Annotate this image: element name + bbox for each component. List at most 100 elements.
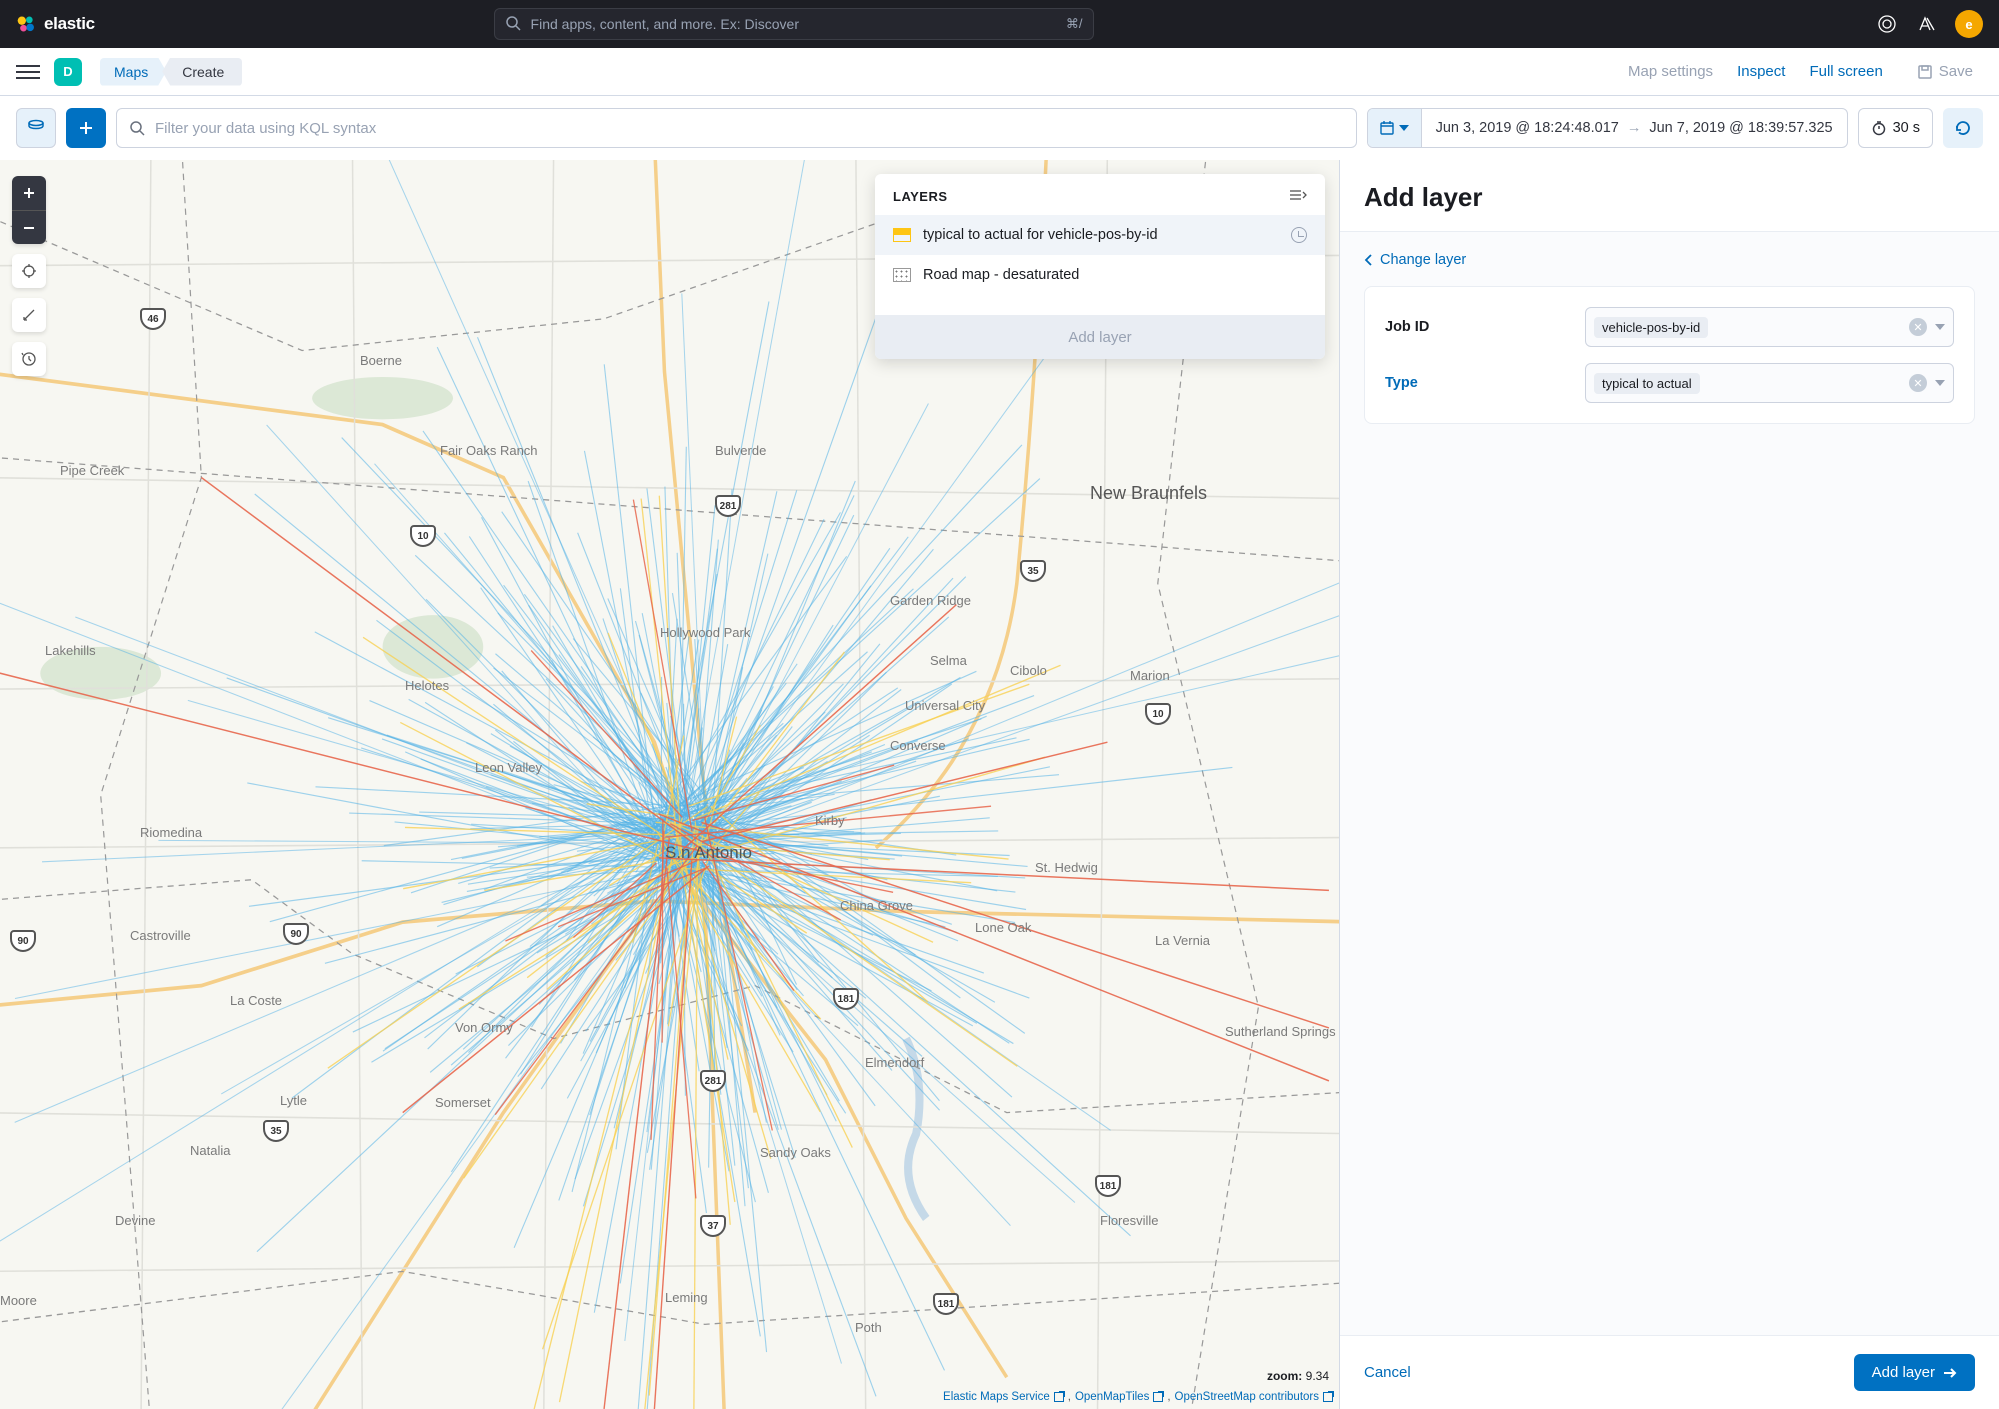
app-header-actions: Map settings Inspect Full screen Save xyxy=(1628,57,1983,86)
help-icon[interactable] xyxy=(1875,12,1899,36)
global-search[interactable]: ⌘/ xyxy=(494,8,1094,40)
breadcrumb-maps[interactable]: Maps xyxy=(100,58,166,86)
plus-icon xyxy=(78,120,94,136)
inspect-link[interactable]: Inspect xyxy=(1737,63,1785,80)
layer-swatch-icon xyxy=(893,268,911,282)
external-link-icon xyxy=(1153,1392,1163,1402)
panel-body: Change layer Job ID vehicle-pos-by-id ✕ xyxy=(1340,232,1999,1335)
draw-tool-button[interactable] xyxy=(12,298,46,332)
date-range-picker[interactable]: Jun 3, 2019 @ 18:24:48.017 → Jun 7, 2019… xyxy=(1367,108,1848,148)
filter-toggle-button[interactable] xyxy=(16,108,56,148)
zoom-indicator: zoom: 9.34 xyxy=(1267,1369,1329,1383)
external-link-icon xyxy=(1323,1392,1333,1402)
nav-toggle-icon[interactable] xyxy=(16,60,40,84)
add-filter-button[interactable] xyxy=(66,108,106,148)
app-header: D Maps Create Map settings Inspect Full … xyxy=(0,48,1999,96)
job-id-label: Job ID xyxy=(1385,319,1585,335)
zoom-in-button[interactable] xyxy=(12,176,46,210)
newsfeed-icon[interactable] xyxy=(1915,12,1939,36)
search-icon xyxy=(505,15,521,34)
search-icon xyxy=(129,120,145,136)
header-actions: e xyxy=(1875,10,1983,38)
time-aware-icon xyxy=(1291,227,1307,243)
job-id-chip: vehicle-pos-by-id xyxy=(1594,317,1708,338)
kql-input[interactable] xyxy=(155,120,1344,137)
fit-bounds-button[interactable] xyxy=(12,254,46,288)
arrow-right-icon: → xyxy=(1627,120,1642,136)
crosshair-icon xyxy=(21,263,37,279)
type-combobox[interactable]: typical to actual ✕ xyxy=(1585,363,1954,403)
attribution-osm[interactable]: OpenStreetMap contributors xyxy=(1175,1391,1333,1403)
map-controls xyxy=(12,176,46,376)
type-row: Type typical to actual ✕ xyxy=(1385,363,1954,403)
breadcrumb-create: Create xyxy=(162,58,242,86)
timeslider-button[interactable] xyxy=(12,342,46,376)
map-canvas[interactable]: Boerne Pipe Creek Lakehills Fair Oaks Ra… xyxy=(0,160,1339,1409)
clear-icon[interactable]: ✕ xyxy=(1909,374,1927,392)
minus-icon xyxy=(22,221,36,235)
stopwatch-icon xyxy=(1871,120,1887,136)
save-button[interactable]: Save xyxy=(1907,57,1983,86)
layer-config-panel: Add layer Change layer Job ID vehicle-po… xyxy=(1339,160,1999,1409)
type-label[interactable]: Type xyxy=(1385,375,1585,391)
global-search-input[interactable] xyxy=(531,16,1056,32)
type-chip: typical to actual xyxy=(1594,373,1700,394)
kql-filter[interactable] xyxy=(116,108,1357,148)
chevron-down-icon[interactable] xyxy=(1935,380,1945,386)
confirm-label: Add layer xyxy=(1872,1364,1935,1381)
brand-logo[interactable]: elastic xyxy=(16,14,95,34)
global-header: elastic ⌘/ e xyxy=(0,0,1999,48)
save-label: Save xyxy=(1939,63,1973,80)
layer-item[interactable]: Road map - desaturated xyxy=(875,255,1325,295)
elastic-logo-icon xyxy=(16,14,36,34)
breadcrumb: Maps Create xyxy=(100,58,242,86)
save-icon xyxy=(1917,64,1933,80)
user-avatar[interactable]: e xyxy=(1955,10,1983,38)
brand-text: elastic xyxy=(44,14,95,34)
zoom-out-button[interactable] xyxy=(12,210,46,244)
change-layer-label: Change layer xyxy=(1380,252,1466,268)
refresh-icon xyxy=(1954,119,1972,137)
fullscreen-link[interactable]: Full screen xyxy=(1809,63,1882,80)
clock-back-icon xyxy=(21,351,37,367)
chevron-down-icon xyxy=(1399,125,1409,131)
date-to: Jun 7, 2019 @ 18:39:57.325 xyxy=(1649,120,1832,136)
search-shortcut: ⌘/ xyxy=(1066,16,1083,32)
date-from: Jun 3, 2019 @ 18:24:48.017 xyxy=(1436,120,1619,136)
change-layer-link[interactable]: Change layer xyxy=(1364,252,1975,268)
filter-icon xyxy=(27,119,45,137)
zoom-controls xyxy=(12,176,46,244)
date-range-display[interactable]: Jun 3, 2019 @ 18:24:48.017 → Jun 7, 2019… xyxy=(1422,120,1847,136)
map-settings-link[interactable]: Map settings xyxy=(1628,63,1713,80)
panel-footer: Cancel Add layer xyxy=(1340,1335,1999,1409)
calendar-icon xyxy=(1379,120,1395,136)
layer-item[interactable]: typical to actual for vehicle-pos-by-id xyxy=(875,215,1325,255)
layers-header: LAYERS xyxy=(875,174,1325,215)
panel-title: Add layer xyxy=(1340,160,1999,232)
clear-icon[interactable]: ✕ xyxy=(1909,318,1927,336)
attribution-ems[interactable]: Elastic Maps Service xyxy=(943,1391,1064,1403)
attribution-omt[interactable]: OpenMapTiles xyxy=(1075,1391,1163,1403)
calendar-button[interactable] xyxy=(1368,109,1422,147)
arrow-right-icon xyxy=(1943,1367,1957,1379)
job-id-combobox[interactable]: vehicle-pos-by-id ✕ xyxy=(1585,307,1954,347)
refresh-interval-button[interactable]: 30 s xyxy=(1858,108,1933,148)
plus-icon xyxy=(22,186,36,200)
layers-title: LAYERS xyxy=(893,189,948,204)
space-selector[interactable]: D xyxy=(54,58,82,86)
refresh-button[interactable] xyxy=(1943,108,1983,148)
collapse-icon[interactable] xyxy=(1289,188,1307,205)
job-id-row: Job ID vehicle-pos-by-id ✕ xyxy=(1385,307,1954,347)
pencil-icon xyxy=(21,307,37,323)
confirm-add-layer-button[interactable]: Add layer xyxy=(1854,1354,1975,1391)
layer-label: Road map - desaturated xyxy=(923,267,1079,283)
add-layer-button-disabled: Add layer xyxy=(875,315,1325,359)
cancel-button[interactable]: Cancel xyxy=(1364,1364,1411,1381)
interval-value: 30 s xyxy=(1893,120,1920,136)
chevron-down-icon[interactable] xyxy=(1935,324,1945,330)
layers-panel: LAYERS typical to actual for vehicle-pos… xyxy=(875,174,1325,359)
layer-form: Job ID vehicle-pos-by-id ✕ Type xyxy=(1364,286,1975,424)
main-content: Boerne Pipe Creek Lakehills Fair Oaks Ra… xyxy=(0,160,1999,1409)
map-attribution: Elastic Maps Service , OpenMapTiles , Op… xyxy=(943,1391,1333,1403)
chevron-left-icon xyxy=(1364,254,1374,266)
